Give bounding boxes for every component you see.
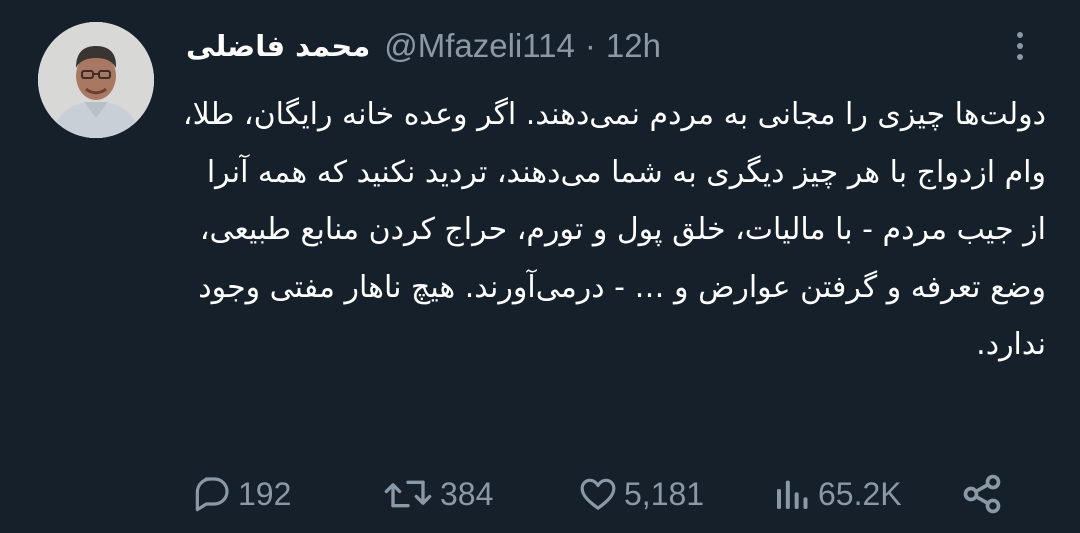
share-button[interactable] [960,474,1004,514]
reply-button[interactable]: 192 [192,474,291,514]
share-icon [963,474,1001,514]
tweet-actions: 192 384 5,181 65.2K [186,468,1046,520]
views-button[interactable]: 65.2K [772,474,902,514]
more-vertical-icon-dot [1017,32,1023,38]
heart-icon [580,478,616,510]
tweet-text: دولت‌ها چیزی را مجانی به مردم نمی‌دهند. … [182,97,1046,362]
reply-count: 192 [238,475,292,512]
like-button[interactable]: 5,181 [578,474,704,514]
header-separator: · [584,27,596,64]
more-vertical-icon-dot [1017,54,1023,60]
tweet[interactable]: محمد فاضلی @Mfazeli114 · 12h دولت‌ها چیز… [0,0,1080,533]
views-bar-icon [777,480,808,509]
more-vertical-icon-dot [1017,43,1023,49]
tweet-header: محمد فاضلی @Mfazeli114 · 12h [186,24,661,68]
like-count: 5,181 [624,475,705,512]
avatar[interactable] [38,22,154,138]
views-count: 65.2K [818,475,902,512]
tweet-timestamp[interactable]: 12h [606,27,661,65]
repost-count: 384 [440,475,494,512]
more-options-button[interactable] [1004,26,1036,66]
repost-icon [384,480,432,508]
author-handle[interactable]: @Mfazeli114 [384,27,575,65]
author-display-name[interactable]: محمد فاضلی [186,29,370,63]
avatar-photo [38,22,154,138]
repost-button[interactable]: 384 [382,474,493,514]
reply-icon [195,477,229,512]
